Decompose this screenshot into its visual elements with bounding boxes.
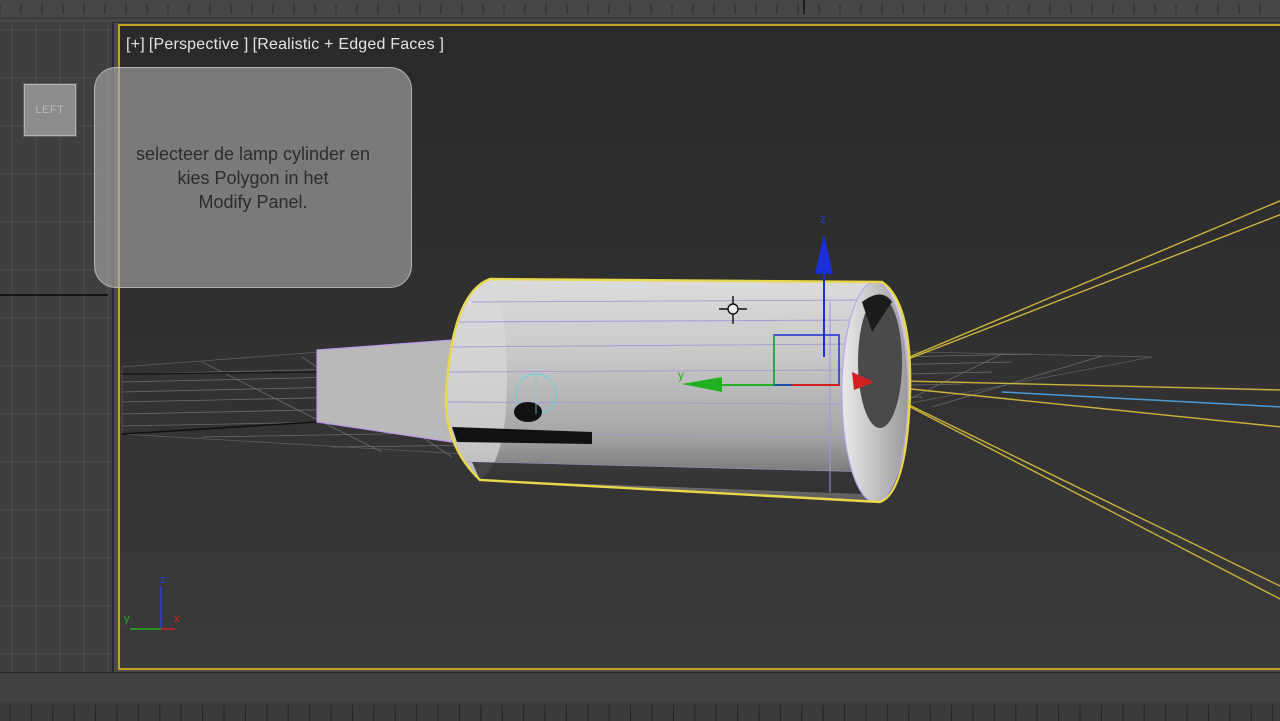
gizmo-z-label: z xyxy=(820,212,826,226)
top-ruler-ticks xyxy=(0,0,1280,19)
instruction-tooltip: selecteer de lamp cylinder en kies Polyg… xyxy=(94,67,412,288)
viewcube-label: LEFT xyxy=(35,104,65,116)
tripod-x-label: x xyxy=(174,613,180,625)
light-target-line xyxy=(1001,391,1280,408)
tooltip-line-1: selecteer de lamp cylinder en xyxy=(135,144,371,164)
z-axis-arrow[interactable] xyxy=(815,234,833,274)
tooltip-line-3: Modify Panel. xyxy=(198,192,308,212)
gizmo-y-label: y xyxy=(678,368,684,382)
viewcube-left[interactable]: LEFT xyxy=(24,84,76,136)
tripod-z-label: z xyxy=(160,574,166,586)
time-ruler-top xyxy=(0,0,1280,23)
time-slider-area[interactable] xyxy=(0,672,1280,721)
lamp-cylinder[interactable] xyxy=(444,277,912,504)
tooltip-line-2: kies Polygon in het xyxy=(177,168,329,188)
tripod-y-label: y xyxy=(124,613,130,625)
track-bar-ticks xyxy=(0,703,1280,721)
